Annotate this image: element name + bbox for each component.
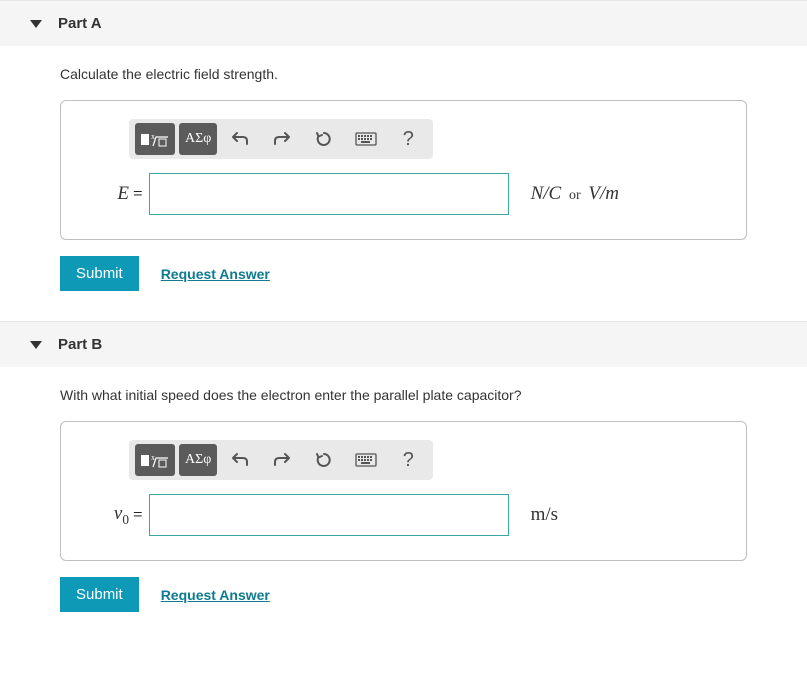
part-b-actions: Submit Request Answer <box>60 577 747 612</box>
undo-button[interactable] <box>221 444 259 476</box>
part-a-section: Part A Calculate the electric field stre… <box>0 0 807 301</box>
part-a-header[interactable]: Part A <box>0 0 807 46</box>
part-a-answer-row: E = N/C or V/m <box>81 173 726 215</box>
part-a-units: N/C or V/m <box>531 183 619 205</box>
part-b-submit-button[interactable]: Submit <box>60 577 139 612</box>
reset-icon <box>315 451 333 469</box>
part-b-answer-box: x ΑΣφ ? <box>60 421 747 561</box>
part-a-submit-button[interactable]: Submit <box>60 256 139 291</box>
greek-button[interactable]: ΑΣφ <box>179 444 217 476</box>
help-button[interactable]: ? <box>389 444 427 476</box>
reset-icon <box>315 130 333 148</box>
equals-sign: = <box>133 505 143 525</box>
collapse-icon <box>30 20 42 28</box>
part-b-title: Part B <box>58 336 102 353</box>
keyboard-icon <box>355 132 377 146</box>
svg-text:x: x <box>151 132 155 141</box>
part-b-request-link[interactable]: Request Answer <box>161 587 270 603</box>
svg-text:x: x <box>151 453 155 462</box>
part-b-toolbar: x ΑΣφ ? <box>129 440 433 480</box>
templates-button[interactable]: x <box>135 444 175 476</box>
part-a-body: Calculate the electric field strength. x… <box>0 46 807 301</box>
undo-icon <box>231 130 249 148</box>
keyboard-button[interactable] <box>347 123 385 155</box>
keyboard-button[interactable] <box>347 444 385 476</box>
part-a-toolbar: x ΑΣφ ? <box>129 119 433 159</box>
part-b-body: With what initial speed does the electro… <box>0 367 807 622</box>
part-a-actions: Submit Request Answer <box>60 256 747 291</box>
part-b-header[interactable]: Part B <box>0 321 807 367</box>
collapse-icon <box>30 341 42 349</box>
unit-or: or <box>569 188 581 203</box>
part-b-question: With what initial speed does the electro… <box>60 387 747 403</box>
part-a-answer-box: x ΑΣφ ? <box>60 100 747 240</box>
part-b-variable: v0 <box>81 503 129 528</box>
equals-sign: = <box>133 184 143 204</box>
part-b-units: m/s <box>531 504 558 526</box>
redo-button[interactable] <box>263 123 301 155</box>
templates-icon: x <box>141 451 169 469</box>
redo-button[interactable] <box>263 444 301 476</box>
part-a-question: Calculate the electric field strength. <box>60 66 747 82</box>
templates-icon: x <box>141 130 169 148</box>
help-button[interactable]: ? <box>389 123 427 155</box>
undo-icon <box>231 451 249 469</box>
undo-button[interactable] <box>221 123 259 155</box>
greek-button[interactable]: ΑΣφ <box>179 123 217 155</box>
unit-nc: N/C <box>531 183 562 204</box>
reset-button[interactable] <box>305 123 343 155</box>
reset-button[interactable] <box>305 444 343 476</box>
part-a-request-link[interactable]: Request Answer <box>161 266 270 282</box>
part-b-answer-row: v0 = m/s <box>81 494 726 536</box>
part-a-title: Part A <box>58 15 102 32</box>
redo-icon <box>273 130 291 148</box>
part-b-input[interactable] <box>149 494 509 536</box>
part-b-section: Part B With what initial speed does the … <box>0 321 807 622</box>
keyboard-icon <box>355 453 377 467</box>
redo-icon <box>273 451 291 469</box>
templates-button[interactable]: x <box>135 123 175 155</box>
unit-vm: V/m <box>588 183 619 204</box>
part-a-variable: E <box>81 183 129 205</box>
part-a-input[interactable] <box>149 173 509 215</box>
var-sub-0: 0 <box>122 511 129 526</box>
